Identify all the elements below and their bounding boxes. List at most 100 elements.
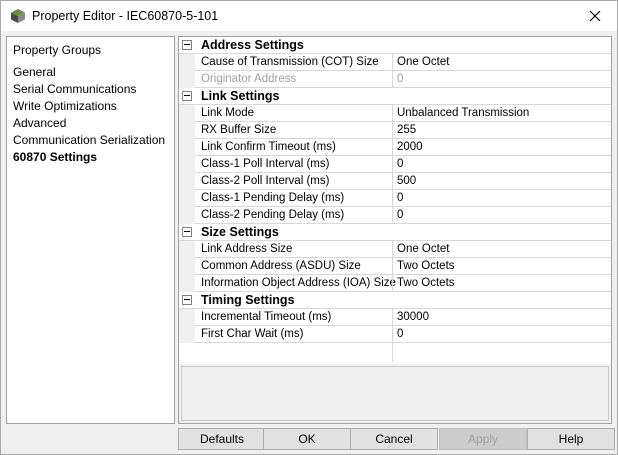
column-divider — [392, 156, 393, 173]
category-label: Address Settings — [201, 38, 304, 52]
property-row: Originator Address 0 — [179, 71, 611, 88]
property-row[interactable]: Class-1 Poll Interval (ms) 0 — [179, 156, 611, 173]
column-divider — [392, 105, 393, 122]
property-name: Cause of Transmission (COT) Size — [201, 56, 379, 68]
property-row[interactable]: Link Address Size One Octet — [179, 241, 611, 258]
column-divider — [392, 343, 393, 362]
property-groups-header: Property Groups — [13, 43, 102, 57]
group-item-60870-settings[interactable]: 60870 Settings — [13, 149, 165, 166]
window-title: Property Editor - IEC60870-5-101 — [32, 9, 219, 23]
column-divider — [392, 258, 393, 275]
empty-grid-row — [179, 343, 611, 362]
property-name: Incremental Timeout (ms) — [201, 311, 332, 323]
property-value[interactable]: 500 — [397, 175, 416, 187]
property-row[interactable]: Incremental Timeout (ms) 30000 — [179, 309, 611, 326]
collapse-icon[interactable] — [182, 295, 192, 305]
property-row[interactable]: Class-2 Pending Delay (ms) 0 — [179, 207, 611, 224]
property-name: Common Address (ASDU) Size — [201, 260, 361, 272]
cancel-button[interactable]: Cancel — [350, 428, 438, 450]
group-item-advanced[interactable]: Advanced — [13, 115, 165, 132]
collapse-icon[interactable] — [182, 227, 192, 237]
property-grid: Address Settings Cause of Transmission (… — [179, 37, 611, 364]
property-value[interactable]: 0 — [397, 158, 403, 170]
property-grid-panel: Address Settings Cause of Transmission (… — [178, 36, 612, 424]
defaults-button[interactable]: Defaults — [178, 428, 266, 450]
category-timing-settings[interactable]: Timing Settings — [179, 292, 611, 309]
property-name: Link Address Size — [201, 243, 293, 255]
column-divider — [392, 309, 393, 326]
property-row[interactable]: RX Buffer Size 255 — [179, 122, 611, 139]
property-value[interactable]: 0 — [397, 209, 403, 221]
category-label: Size Settings — [201, 225, 279, 239]
column-divider — [392, 173, 393, 190]
row-gutter — [179, 122, 195, 139]
property-value[interactable]: 0 — [397, 192, 403, 204]
property-row[interactable]: Link Confirm Timeout (ms) 2000 — [179, 139, 611, 156]
row-gutter — [179, 326, 195, 343]
column-divider — [392, 71, 393, 88]
property-editor-window: Property Editor - IEC60870-5-101 Propert… — [0, 0, 618, 455]
description-pane — [181, 366, 609, 421]
property-row[interactable]: Link Mode Unbalanced Transmission — [179, 105, 611, 122]
property-value[interactable]: Two Octets — [397, 260, 455, 272]
row-gutter — [179, 54, 195, 71]
column-divider — [392, 275, 393, 292]
property-name: Class-1 Poll Interval (ms) — [201, 158, 330, 170]
category-label: Link Settings — [201, 89, 280, 103]
category-label: Timing Settings — [201, 293, 295, 307]
title-bar: Property Editor - IEC60870-5-101 — [1, 1, 617, 31]
row-gutter — [179, 105, 195, 122]
column-divider — [392, 207, 393, 224]
property-row[interactable]: Class-2 Poll Interval (ms) 500 — [179, 173, 611, 190]
property-row[interactable]: Class-1 Pending Delay (ms) 0 — [179, 190, 611, 207]
column-divider — [392, 241, 393, 258]
property-name: Link Mode — [201, 107, 255, 119]
column-divider — [392, 122, 393, 139]
property-name: Link Confirm Timeout (ms) — [201, 141, 336, 153]
row-gutter — [179, 156, 195, 173]
close-icon — [589, 10, 601, 22]
close-button[interactable] — [573, 1, 617, 31]
property-value[interactable]: 2000 — [397, 141, 423, 153]
ok-button[interactable]: OK — [263, 428, 351, 450]
property-name: RX Buffer Size — [201, 124, 277, 136]
property-name: Class-2 Poll Interval (ms) — [201, 175, 330, 187]
category-size-settings[interactable]: Size Settings — [179, 224, 611, 241]
collapse-icon[interactable] — [182, 91, 192, 101]
property-value[interactable]: One Octet — [397, 56, 449, 68]
app-icon — [10, 8, 26, 24]
property-value[interactable]: One Octet — [397, 243, 449, 255]
group-item-serial-communications[interactable]: Serial Communications — [13, 81, 165, 98]
row-gutter — [179, 71, 195, 88]
row-gutter — [179, 309, 195, 326]
collapse-icon[interactable] — [182, 40, 192, 50]
property-value[interactable]: 0 — [397, 328, 403, 340]
property-row[interactable]: First Char Wait (ms) 0 — [179, 326, 611, 343]
property-row[interactable]: Information Object Address (IOA) Size Tw… — [179, 275, 611, 292]
property-name: First Char Wait (ms) — [201, 328, 304, 340]
row-gutter — [179, 139, 195, 156]
group-item-communication-serialization[interactable]: Communication Serialization — [13, 132, 165, 149]
group-item-general[interactable]: General — [13, 64, 165, 81]
property-row[interactable]: Cause of Transmission (COT) Size One Oct… — [179, 54, 611, 71]
column-divider — [392, 190, 393, 207]
property-row[interactable]: Common Address (ASDU) Size Two Octets — [179, 258, 611, 275]
category-address-settings[interactable]: Address Settings — [179, 37, 611, 54]
row-gutter — [179, 173, 195, 190]
row-gutter — [179, 258, 195, 275]
row-gutter — [179, 241, 195, 258]
property-groups-list: General Serial Communications Write Opti… — [13, 64, 165, 166]
property-value[interactable]: 255 — [397, 124, 416, 136]
property-value: 0 — [397, 73, 404, 85]
property-value[interactable]: Two Octets — [397, 277, 455, 289]
category-link-settings[interactable]: Link Settings — [179, 88, 611, 105]
property-name: Class-2 Pending Delay (ms) — [201, 209, 345, 221]
property-value[interactable]: 30000 — [397, 311, 429, 323]
group-item-write-optimizations[interactable]: Write Optimizations — [13, 98, 165, 115]
column-divider — [392, 54, 393, 71]
property-name: Class-1 Pending Delay (ms) — [201, 192, 345, 204]
help-button[interactable]: Help — [527, 428, 615, 450]
row-gutter — [179, 207, 195, 224]
property-value[interactable]: Unbalanced Transmission — [397, 107, 529, 119]
property-name: Originator Address — [201, 73, 297, 85]
